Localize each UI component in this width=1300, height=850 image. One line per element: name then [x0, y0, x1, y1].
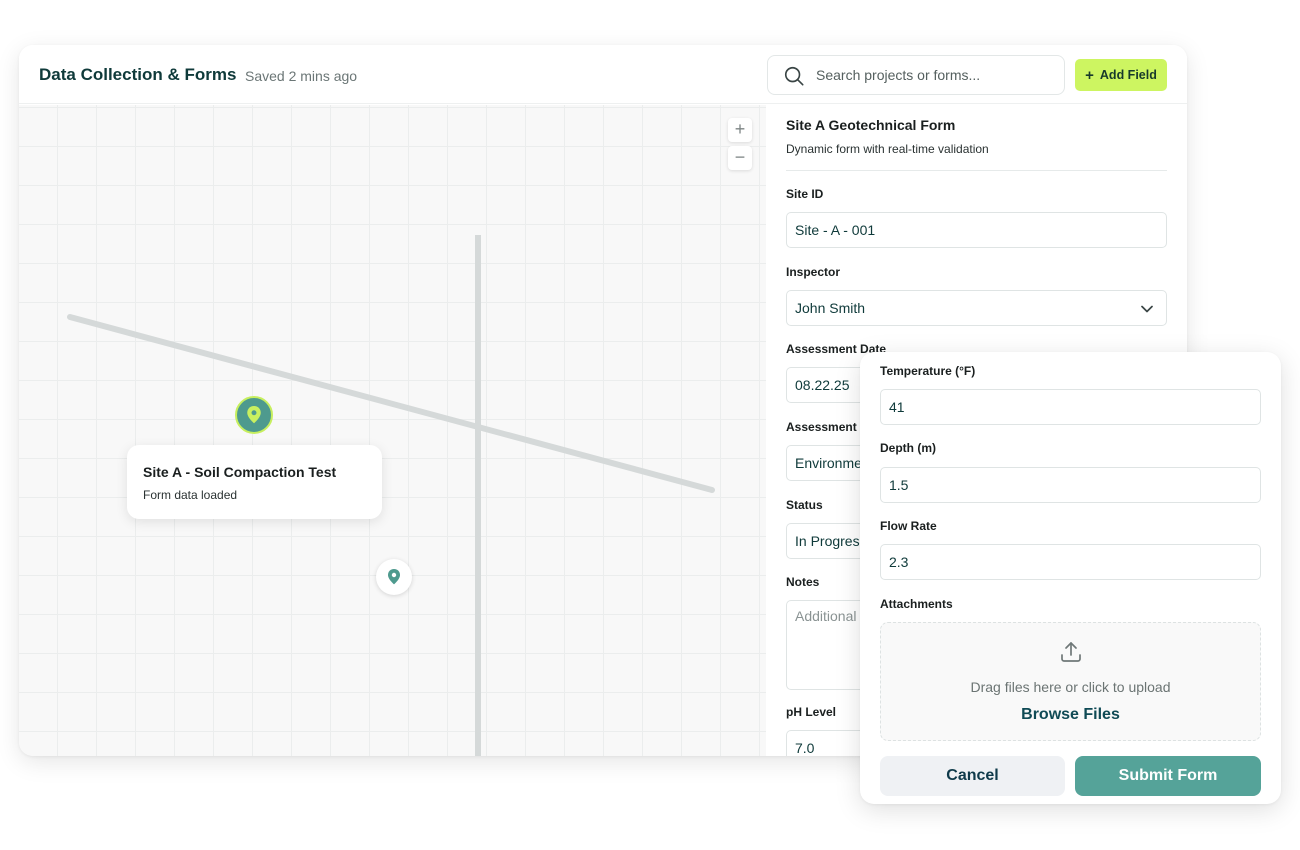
- inspector-value: John Smith: [795, 300, 866, 316]
- map-pin-icon: [388, 569, 400, 585]
- map-marker-active[interactable]: [235, 396, 273, 434]
- map-pin-icon: [247, 406, 261, 424]
- chevron-down-icon: [1141, 305, 1153, 313]
- inspector-select[interactable]: John Smith: [786, 290, 1167, 326]
- flow-rate-label: Flow Rate: [880, 519, 937, 533]
- measurement-card: Temperature (°F) 41 Depth (m) 1.5 Flow R…: [860, 352, 1281, 804]
- page-title: Data Collection & Forms: [39, 65, 237, 84]
- form-title: Site A Geotechnical Form: [786, 117, 956, 133]
- upload-icon: [1061, 642, 1081, 662]
- map-roads: [67, 235, 715, 756]
- popup-title: Site A - Soil Compaction Test: [143, 464, 337, 480]
- inspector-label: Inspector: [786, 265, 841, 279]
- temperature-label: Temperature (°F): [880, 364, 976, 378]
- search-input[interactable]: [816, 56, 1056, 94]
- site-id-field[interactable]: Site - A - 001: [786, 212, 1167, 248]
- site-id-label: Site ID: [786, 187, 824, 201]
- saved-status: Saved 2 mins ago: [245, 68, 358, 84]
- divider: [786, 170, 1167, 171]
- add-field-label: Add Field: [1099, 68, 1157, 82]
- map-popup[interactable]: Site A - Soil Compaction Test Form data …: [127, 445, 382, 519]
- search-icon: [784, 66, 804, 86]
- flow-rate-field[interactable]: 2.3: [880, 544, 1261, 580]
- temperature-field[interactable]: 41: [880, 389, 1261, 425]
- search-box[interactable]: [767, 55, 1065, 95]
- add-field-button[interactable]: + Add Field: [1075, 59, 1167, 91]
- assessment-category-label: Assessment C: [786, 420, 869, 434]
- cancel-button[interactable]: Cancel: [880, 756, 1065, 796]
- depth-field[interactable]: 1.5: [880, 467, 1261, 503]
- browse-files-link[interactable]: Browse Files: [881, 706, 1260, 724]
- form-subtitle: Dynamic form with real-time validation: [786, 142, 989, 156]
- upload-dropzone[interactable]: Drag files here or click to upload Brows…: [880, 622, 1261, 741]
- attachments-label: Attachments: [880, 597, 953, 611]
- upload-instructions: Drag files here or click to upload: [970, 679, 1171, 695]
- zoom-out-button[interactable]: −: [728, 146, 752, 170]
- plus-icon: +: [1085, 66, 1094, 84]
- popup-subtitle: Form data loaded: [143, 488, 238, 502]
- map-marker[interactable]: [376, 559, 412, 595]
- notes-label: Notes: [786, 575, 820, 589]
- depth-label: Depth (m): [880, 441, 936, 455]
- status-label: Status: [786, 498, 823, 512]
- map-canvas[interactable]: + − Site A - Soil Compaction Test Form d…: [19, 105, 766, 756]
- header: Data Collection & Forms Saved 2 mins ago…: [19, 45, 1187, 104]
- ph-level-label: pH Level: [786, 705, 837, 719]
- submit-form-button[interactable]: Submit Form: [1075, 756, 1261, 796]
- zoom-in-button[interactable]: +: [728, 118, 752, 142]
